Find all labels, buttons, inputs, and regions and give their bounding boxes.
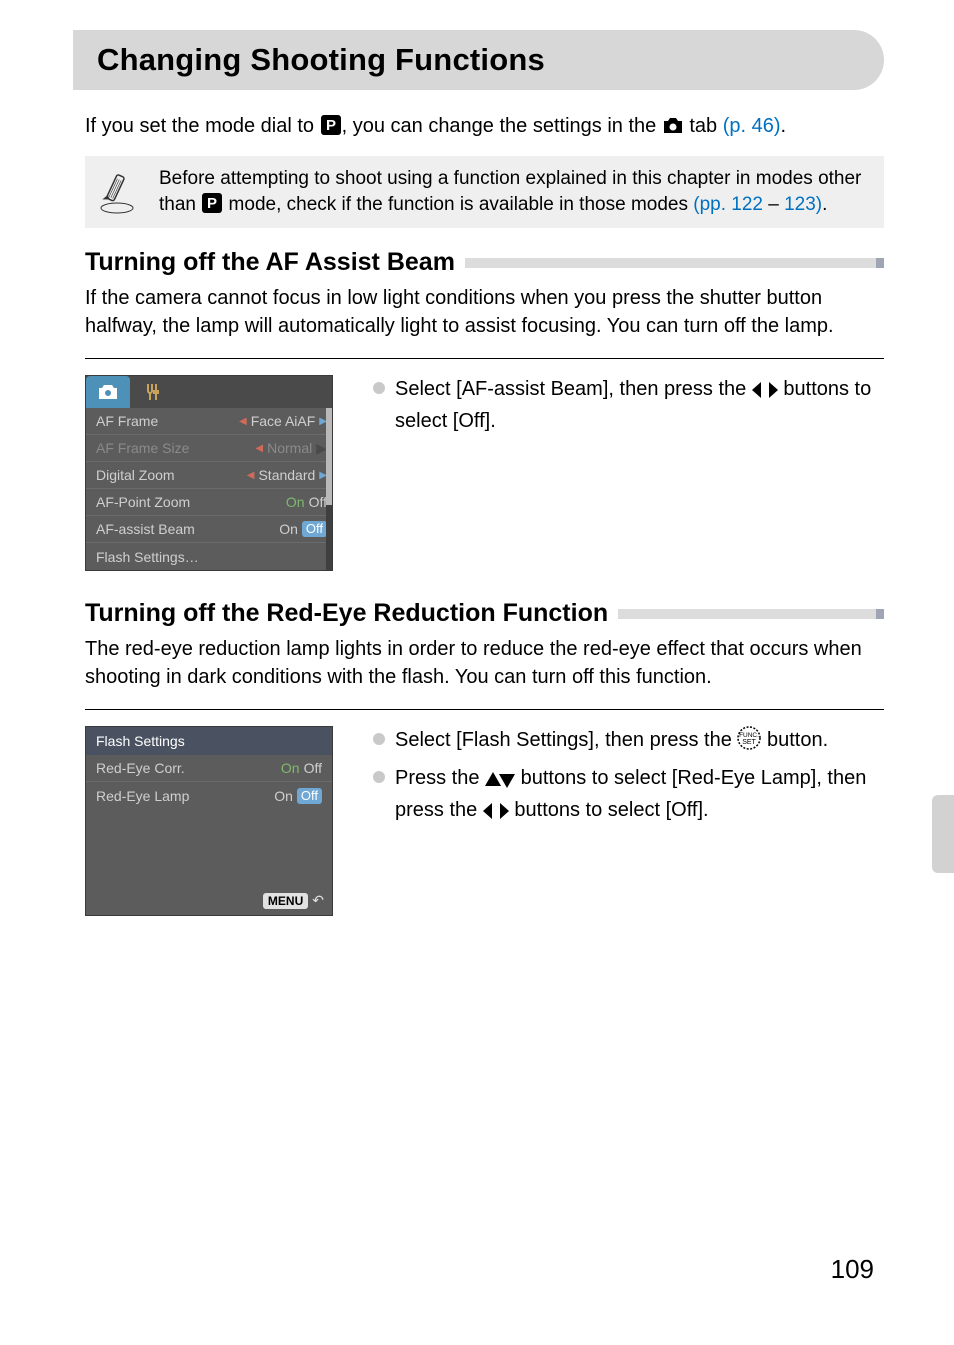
menu-row-red-eye-corr: Red-Eye Corr. OnOff xyxy=(86,755,332,782)
side-thumb-tab xyxy=(932,795,954,873)
section-1-content: AF Frame ◀Face AiAF▶ AF Frame Size ◀Norm… xyxy=(85,358,884,571)
page-title-bar: Changing Shooting Functions xyxy=(73,30,884,90)
on-label: On xyxy=(279,521,298,537)
menu-row-flash-settings: Flash Settings… xyxy=(86,543,332,570)
svg-text:SET: SET xyxy=(743,739,757,746)
menu-back: MENU ↶ xyxy=(263,892,324,909)
off-label: Off xyxy=(309,494,327,510)
instr-text: Select [Flash Settings], then press the xyxy=(395,729,737,751)
section-1-body: If the camera cannot focus in low light … xyxy=(85,285,884,340)
intro-text-b: , you can change the settings in the xyxy=(342,115,662,137)
note-text: Before attempting to shoot using a funct… xyxy=(159,166,870,217)
page-title: Changing Shooting Functions xyxy=(97,42,860,78)
camera-tab-icon-active xyxy=(86,376,130,408)
p-mode-icon-2: P xyxy=(201,193,223,215)
page-ref-123[interactable]: 123) xyxy=(784,194,822,215)
section-2-heading-row: Turning off the Red-Eye Reduction Functi… xyxy=(85,599,884,628)
page-number: 109 xyxy=(831,1254,874,1285)
left-right-arrows-icon xyxy=(483,803,515,825)
menu-value: Normal xyxy=(267,440,312,456)
heading-bar-1 xyxy=(465,258,884,268)
menu-button-label: MENU xyxy=(263,893,308,909)
menu-label: AF-assist Beam xyxy=(96,521,195,537)
bullet-line: Press the buttons to select [Red-Eye Lam… xyxy=(373,764,884,828)
lcd-tabs xyxy=(86,376,332,408)
section-2-instructions: Select [Flash Settings], then press the … xyxy=(373,726,884,916)
tools-tab-icon xyxy=(130,376,174,408)
camera-menu-screenshot-2: Flash Settings Red-Eye Corr. OnOff Red-E… xyxy=(85,726,333,916)
menu-label: AF-Point Zoom xyxy=(96,494,190,510)
svg-text:FUNC.: FUNC. xyxy=(739,732,759,739)
left-arrow-icon: ◀ xyxy=(255,443,263,454)
page-ref-122[interactable]: (pp. 122 xyxy=(693,194,763,215)
note-b: mode, check if the function is available… xyxy=(223,194,693,215)
section-2-heading: Turning off the Red-Eye Reduction Functi… xyxy=(85,599,608,628)
menu-label: Red-Eye Corr. xyxy=(96,760,185,776)
on-label: On xyxy=(274,788,293,804)
menu-row-af-frame: AF Frame ◀Face AiAF▶ xyxy=(86,408,332,435)
menu-row-af-point-zoom: AF-Point Zoom OnOff xyxy=(86,489,332,516)
section-1-heading-row: Turning off the AF Assist Beam xyxy=(85,248,884,277)
intro-text-a: If you set the mode dial to xyxy=(85,115,320,137)
note-dash: – xyxy=(763,194,784,215)
intro-text-c: tab xyxy=(684,115,723,137)
menu-value: Face AiAF xyxy=(251,413,316,429)
instr-text: button. xyxy=(767,729,828,751)
menu-value: Standard xyxy=(258,467,315,483)
note-box: Before attempting to shoot using a funct… xyxy=(85,156,884,228)
heading-bar-2 xyxy=(618,609,884,619)
menu-label: AF Frame xyxy=(96,413,158,429)
left-arrow-icon: ◀ xyxy=(239,416,247,427)
page-ref-46[interactable]: (p. 46) xyxy=(723,115,781,137)
section-2-content: Flash Settings Red-Eye Corr. OnOff Red-E… xyxy=(85,709,884,916)
p-mode-icon: P xyxy=(320,115,342,137)
bullet-icon xyxy=(373,382,385,394)
menu-label: Flash Settings… xyxy=(96,549,199,565)
bullet-icon xyxy=(373,733,385,745)
intro-text-d: . xyxy=(781,115,787,137)
menu-row-af-assist-beam: AF-assist Beam OnOff xyxy=(86,516,332,543)
left-right-arrows-icon xyxy=(752,382,784,404)
off-selected: Off xyxy=(297,788,322,804)
note-c: . xyxy=(822,194,827,215)
lcd-scrollbar-thumb xyxy=(326,408,332,505)
menu-row-digital-zoom: Digital Zoom ◀Standard▶ xyxy=(86,462,332,489)
on-label: On xyxy=(281,760,300,776)
up-down-arrows-icon xyxy=(485,771,521,793)
flash-settings-title: Flash Settings xyxy=(86,727,332,755)
menu-row-af-frame-size: AF Frame Size ◀Normal▶ xyxy=(86,435,332,462)
menu-label: AF Frame Size xyxy=(96,440,189,456)
off-selected: Off xyxy=(302,521,327,537)
on-label: On xyxy=(286,494,305,510)
camera-tab-icon xyxy=(662,115,684,137)
section-1-heading: Turning off the AF Assist Beam xyxy=(85,248,455,277)
section-1-instructions: Select [AF-assist Beam], then press the … xyxy=(373,375,884,571)
bullet-line: Select [AF-assist Beam], then press the … xyxy=(373,375,884,435)
instr-text: Select [AF-assist Beam], then press the xyxy=(395,378,752,400)
bullet-line: Select [Flash Settings], then press the … xyxy=(373,726,884,758)
menu-row-red-eye-lamp: Red-Eye Lamp OnOff xyxy=(86,782,332,809)
intro-paragraph: If you set the mode dial to P , you can … xyxy=(85,112,884,140)
lcd-rows: AF Frame ◀Face AiAF▶ AF Frame Size ◀Norm… xyxy=(86,408,332,570)
instr-text: buttons to select [Off]. xyxy=(514,799,708,821)
camera-menu-screenshot-1: AF Frame ◀Face AiAF▶ AF Frame Size ◀Norm… xyxy=(85,375,333,571)
menu-label: Digital Zoom xyxy=(96,467,175,483)
svg-text:P: P xyxy=(326,117,336,134)
func-set-button-icon: FUNC.SET xyxy=(737,733,767,755)
pencil-note-icon xyxy=(93,170,141,218)
menu-label: Red-Eye Lamp xyxy=(96,788,189,804)
section-2-body: The red-eye reduction lamp lights in ord… xyxy=(85,636,884,691)
return-icon: ↶ xyxy=(312,892,324,909)
svg-text:P: P xyxy=(207,195,217,212)
off-label: Off xyxy=(304,760,322,776)
left-arrow-icon: ◀ xyxy=(247,470,255,481)
bullet-icon xyxy=(373,771,385,783)
instr-text: Press the xyxy=(395,767,485,789)
